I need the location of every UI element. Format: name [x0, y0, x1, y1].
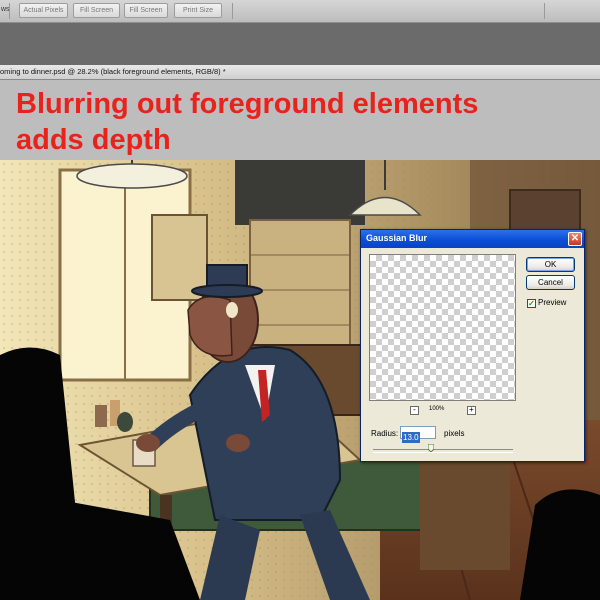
dialog-title: Gaussian Blur — [366, 233, 428, 243]
zoom-in-button[interactable]: + — [467, 406, 476, 415]
toolbar-separator — [544, 3, 545, 19]
radius-value: 13.0 — [402, 432, 420, 443]
zoom-out-button[interactable]: - — [410, 406, 419, 415]
radius-unit: pixels — [444, 429, 465, 438]
workspace-background — [0, 23, 600, 65]
preview-checkbox[interactable]: ✓ — [527, 299, 536, 308]
fill-screen-button[interactable]: Fill Screen — [124, 3, 168, 18]
caption-line-2: adds depth — [16, 124, 171, 156]
document-tab[interactable]: oming to dinner.psd @ 28.2% (black foreg… — [0, 65, 600, 80]
print-size-button[interactable]: Print Size — [174, 3, 222, 18]
options-bar: ws Actual Pixels Fill Screen Fill Screen… — [0, 0, 600, 23]
caption-line-1: Blurring out foreground elements — [16, 88, 479, 120]
slider-thumb-icon[interactable] — [428, 444, 434, 452]
filter-preview[interactable] — [369, 254, 516, 401]
preview-label: Preview — [538, 298, 567, 307]
toolbar-separator — [232, 3, 233, 19]
toolbar-separator — [9, 3, 10, 19]
actual-pixels-button[interactable]: Actual Pixels — [19, 3, 68, 18]
cancel-button[interactable]: Cancel — [526, 275, 575, 290]
gaussian-blur-dialog: Gaussian Blur ✕ - 100% + OK Cancel ✓ Pre… — [360, 229, 585, 462]
close-icon[interactable]: ✕ — [568, 232, 582, 246]
zoom-level: 100% — [429, 406, 445, 412]
caption: Blurring out foreground elements adds de… — [16, 86, 576, 158]
ok-button[interactable]: OK — [526, 257, 575, 272]
fit-screen-button[interactable]: Fill Screen — [73, 3, 120, 18]
radius-input[interactable]: 13.0 — [400, 426, 436, 443]
radius-label: Radius: — [371, 429, 399, 438]
radius-slider[interactable] — [373, 449, 513, 453]
checkmark-icon: ✓ — [528, 299, 535, 308]
dialog-titlebar[interactable]: Gaussian Blur ✕ — [361, 230, 584, 248]
